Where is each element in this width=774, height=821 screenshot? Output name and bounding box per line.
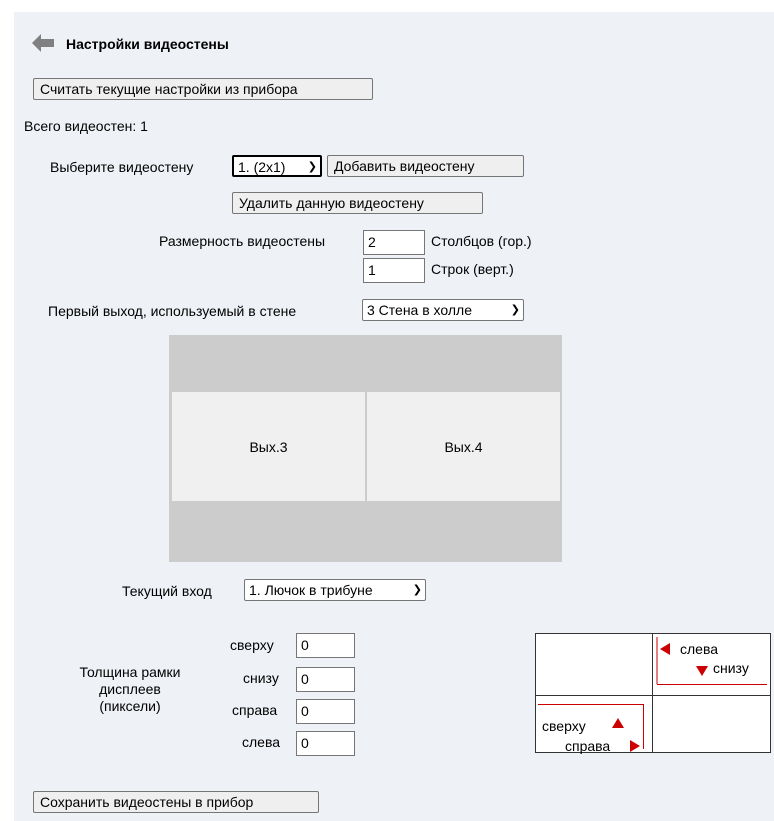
dimensions-label: Размерность видеостены xyxy=(159,233,326,249)
arrow-left-icon xyxy=(660,643,670,655)
arrow-up-icon xyxy=(612,718,624,728)
rows-label: Строк (верт.) xyxy=(431,261,514,277)
first-output-value: 3 Стена в холле xyxy=(367,302,473,318)
bezel-bottom-input[interactable]: 0 xyxy=(296,667,355,692)
arrow-down-icon xyxy=(696,666,708,676)
add-wall-button[interactable]: Добавить видеостену xyxy=(327,155,524,177)
wall-select[interactable]: 1. (2x1) ❯ xyxy=(232,155,322,177)
diagram-left-label: слева xyxy=(680,641,719,657)
bezel-left-label: слева xyxy=(242,734,281,750)
bezel-label: Толщина рамки дисплеев (пиксели) xyxy=(79,664,181,714)
wall-cell-label: Вых.3 xyxy=(249,438,288,455)
save-walls-button[interactable]: Сохранить видеостены в прибор xyxy=(33,791,319,813)
delete-wall-button[interactable]: Удалить данную видеостену xyxy=(232,192,483,214)
bezel-right-input[interactable]: 0 xyxy=(296,699,355,724)
diagram-top-label: сверху xyxy=(542,718,586,734)
bezel-left-input[interactable]: 0 xyxy=(296,731,355,756)
wall-cell[interactable]: Вых.3 xyxy=(172,392,365,501)
chevron-down-icon: ❯ xyxy=(412,584,422,596)
first-output-label: Первый выход, используемый в стене xyxy=(48,303,297,319)
columns-input[interactable]: 2 xyxy=(363,230,425,255)
first-output-select[interactable]: 3 Стена в холле ❯ xyxy=(362,299,524,321)
columns-label: Столбцов (гор.) xyxy=(431,233,532,249)
settings-panel: Настройки видеостены Считать текущие нас… xyxy=(14,12,774,821)
read-settings-button[interactable]: Считать текущие настройки из прибора xyxy=(33,78,373,100)
wall-select-value: 1. (2x1) xyxy=(238,159,286,175)
current-input-label: Текущий вход xyxy=(122,583,212,599)
bezel-top-input[interactable]: 0 xyxy=(296,633,355,658)
chevron-down-icon: ❯ xyxy=(510,304,520,316)
bezel-diagram-grid xyxy=(535,633,771,753)
rows-input[interactable]: 1 xyxy=(363,258,425,283)
total-walls-text: Всего видеостен: 1 xyxy=(24,118,148,134)
bezel-bottom-label: снизу xyxy=(243,670,279,686)
current-input-select[interactable]: 1. Лючок в трибуне ❯ xyxy=(244,579,426,601)
wall-layout-preview: Вых.3 Вых.4 xyxy=(169,335,562,562)
wall-cell[interactable]: Вых.4 xyxy=(367,392,560,501)
wall-cell-label: Вых.4 xyxy=(444,438,483,455)
current-input-value: 1. Лючок в трибуне xyxy=(249,582,373,598)
bezel-diagram: слева снизу сверху справа xyxy=(535,633,771,754)
select-wall-label: Выберите видеостену xyxy=(50,159,194,175)
bezel-top-label: сверху xyxy=(230,637,274,653)
arrow-right-icon xyxy=(630,740,640,752)
bezel-right-label: справа xyxy=(232,702,278,718)
back-arrow-icon[interactable] xyxy=(32,34,54,52)
chevron-down-icon: ❯ xyxy=(307,161,317,173)
page-title: Настройки видеостены xyxy=(66,36,229,52)
diagram-right-label: справа xyxy=(565,738,611,754)
diagram-bottom-label: снизу xyxy=(713,660,749,676)
